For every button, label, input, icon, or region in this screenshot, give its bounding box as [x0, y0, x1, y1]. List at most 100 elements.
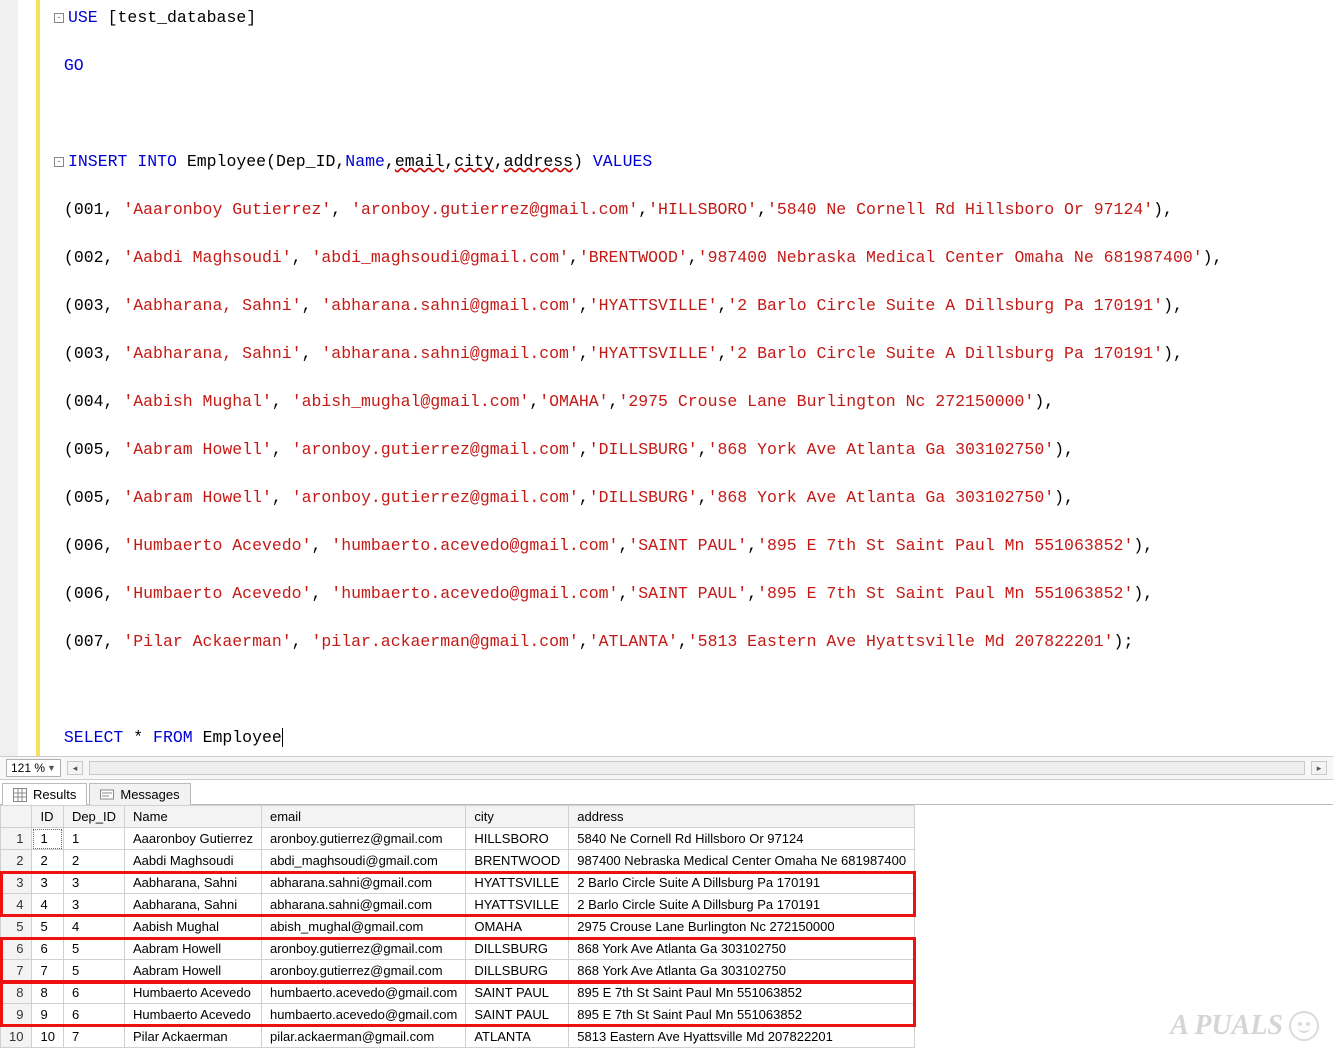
row-number[interactable]: 9 — [1, 1004, 32, 1026]
col-header-depid[interactable]: Dep_ID — [63, 806, 124, 828]
cell-depid[interactable]: 6 — [63, 982, 124, 1004]
row-number[interactable]: 3 — [1, 872, 32, 894]
cell-email[interactable]: abdi_maghsoudi@gmail.com — [261, 850, 465, 872]
table-row[interactable]: 111Aaaronboy Gutierrezaronboy.gutierrez@… — [1, 828, 915, 850]
zoom-combo[interactable]: 121 % ▼ — [6, 759, 61, 777]
cell-city[interactable]: SAINT PAUL — [466, 982, 569, 1004]
cell-id[interactable]: 10 — [32, 1026, 63, 1048]
cell-city[interactable]: DILLSBURG — [466, 960, 569, 982]
row-number[interactable]: 5 — [1, 916, 32, 938]
scroll-right-button[interactable]: ▸ — [1311, 761, 1327, 775]
fold-icon[interactable]: - — [54, 13, 64, 23]
row-number[interactable]: 2 — [1, 850, 32, 872]
cell-email[interactable]: abharana.sahni@gmail.com — [261, 894, 465, 916]
cell-depid[interactable]: 6 — [63, 1004, 124, 1026]
table-row[interactable]: 665Aabram Howellaronboy.gutierrez@gmail.… — [1, 938, 915, 960]
cell-address[interactable]: 2 Barlo Circle Suite A Dillsburg Pa 1701… — [569, 872, 915, 894]
cell-city[interactable]: HYATTSVILLE — [466, 872, 569, 894]
table-row[interactable]: 996Humbaerto Acevedohumbaerto.acevedo@gm… — [1, 1004, 915, 1026]
col-header-address[interactable]: address — [569, 806, 915, 828]
table-row[interactable]: 10107Pilar Ackaermanpilar.ackaerman@gmai… — [1, 1026, 915, 1048]
cell-address[interactable]: 5840 Ne Cornell Rd Hillsboro Or 97124 — [569, 828, 915, 850]
cell-address[interactable]: 895 E 7th St Saint Paul Mn 551063852 — [569, 1004, 915, 1026]
cell-depid[interactable]: 4 — [63, 916, 124, 938]
row-number[interactable]: 10 — [1, 1026, 32, 1048]
cell-city[interactable]: BRENTWOOD — [466, 850, 569, 872]
cell-address[interactable]: 895 E 7th St Saint Paul Mn 551063852 — [569, 982, 915, 1004]
cell-name[interactable]: Humbaerto Acevedo — [125, 982, 262, 1004]
cell-name[interactable]: Aabdi Maghsoudi — [125, 850, 262, 872]
cell-depid[interactable]: 1 — [63, 828, 124, 850]
cell-depid[interactable]: 3 — [63, 872, 124, 894]
cell-address[interactable]: 987400 Nebraska Medical Center Omaha Ne … — [569, 850, 915, 872]
cell-name[interactable]: Aabish Mughal — [125, 916, 262, 938]
cell-depid[interactable]: 3 — [63, 894, 124, 916]
cell-depid[interactable]: 2 — [63, 850, 124, 872]
grid-corner[interactable] — [1, 806, 32, 828]
results-grid[interactable]: ID Dep_ID Name email city address 111Aaa… — [0, 805, 915, 1048]
cell-address[interactable]: 868 York Ave Atlanta Ga 303102750 — [569, 960, 915, 982]
row-number[interactable]: 4 — [1, 894, 32, 916]
scroll-left-button[interactable]: ◂ — [67, 761, 83, 775]
cell-id[interactable]: 6 — [32, 938, 63, 960]
cell-name[interactable]: Aabram Howell — [125, 938, 262, 960]
zoom-value: 121 % — [11, 761, 45, 775]
cell-name[interactable]: Aabharana, Sahni — [125, 894, 262, 916]
cell-name[interactable]: Pilar Ackaerman — [125, 1026, 262, 1048]
cell-city[interactable]: HILLSBORO — [466, 828, 569, 850]
cell-name[interactable]: Aabram Howell — [125, 960, 262, 982]
results-grid-container[interactable]: ID Dep_ID Name email city address 111Aaa… — [0, 805, 1333, 1048]
cell-depid[interactable]: 5 — [63, 960, 124, 982]
table-row[interactable]: 886Humbaerto Acevedohumbaerto.acevedo@gm… — [1, 982, 915, 1004]
tab-results[interactable]: Results — [2, 783, 87, 805]
cell-id[interactable]: 2 — [32, 850, 63, 872]
cell-email[interactable]: aronboy.gutierrez@gmail.com — [261, 828, 465, 850]
row-number[interactable]: 6 — [1, 938, 32, 960]
fold-icon[interactable]: - — [54, 157, 64, 167]
cell-depid[interactable]: 5 — [63, 938, 124, 960]
col-header-id[interactable]: ID — [32, 806, 63, 828]
cell-email[interactable]: abish_mughal@gmail.com — [261, 916, 465, 938]
cell-address[interactable]: 2 Barlo Circle Suite A Dillsburg Pa 1701… — [569, 894, 915, 916]
cell-email[interactable]: aronboy.gutierrez@gmail.com — [261, 960, 465, 982]
row-number[interactable]: 1 — [1, 828, 32, 850]
cell-email[interactable]: humbaerto.acevedo@gmail.com — [261, 982, 465, 1004]
row-number[interactable]: 8 — [1, 982, 32, 1004]
cell-id[interactable]: 3 — [32, 872, 63, 894]
cell-address[interactable]: 5813 Eastern Ave Hyattsville Md 20782220… — [569, 1026, 915, 1048]
sql-editor[interactable]: -USE [test_database] GO -INSERT INTO Emp… — [0, 0, 1333, 756]
cell-id[interactable]: 1 — [32, 828, 63, 850]
cell-name[interactable]: Humbaerto Acevedo — [125, 1004, 262, 1026]
col-header-name[interactable]: Name — [125, 806, 262, 828]
cell-id[interactable]: 5 — [32, 916, 63, 938]
cell-name[interactable]: Aabharana, Sahni — [125, 872, 262, 894]
cell-email[interactable]: aronboy.gutierrez@gmail.com — [261, 938, 465, 960]
table-row[interactable]: 554Aabish Mughalabish_mughal@gmail.comOM… — [1, 916, 915, 938]
cell-email[interactable]: abharana.sahni@gmail.com — [261, 872, 465, 894]
cell-city[interactable]: DILLSBURG — [466, 938, 569, 960]
cell-email[interactable]: pilar.ackaerman@gmail.com — [261, 1026, 465, 1048]
row-number[interactable]: 7 — [1, 960, 32, 982]
table-row[interactable]: 443Aabharana, Sahniabharana.sahni@gmail.… — [1, 894, 915, 916]
cell-address[interactable]: 868 York Ave Atlanta Ga 303102750 — [569, 938, 915, 960]
table-row[interactable]: 333Aabharana, Sahniabharana.sahni@gmail.… — [1, 872, 915, 894]
cell-city[interactable]: ATLANTA — [466, 1026, 569, 1048]
cell-city[interactable]: SAINT PAUL — [466, 1004, 569, 1026]
cell-name[interactable]: Aaaronboy Gutierrez — [125, 828, 262, 850]
table-row[interactable]: 775Aabram Howellaronboy.gutierrez@gmail.… — [1, 960, 915, 982]
cell-id[interactable]: 9 — [32, 1004, 63, 1026]
tab-messages[interactable]: Messages — [89, 783, 190, 805]
cell-city[interactable]: HYATTSVILLE — [466, 894, 569, 916]
cell-id[interactable]: 8 — [32, 982, 63, 1004]
code-pane[interactable]: -USE [test_database] GO -INSERT INTO Emp… — [18, 0, 1333, 756]
cell-email[interactable]: humbaerto.acevedo@gmail.com — [261, 1004, 465, 1026]
col-header-email[interactable]: email — [261, 806, 465, 828]
horizontal-scrollbar[interactable] — [89, 761, 1305, 775]
cell-city[interactable]: OMAHA — [466, 916, 569, 938]
cell-id[interactable]: 4 — [32, 894, 63, 916]
cell-depid[interactable]: 7 — [63, 1026, 124, 1048]
table-row[interactable]: 222Aabdi Maghsoudiabdi_maghsoudi@gmail.c… — [1, 850, 915, 872]
col-header-city[interactable]: city — [466, 806, 569, 828]
cell-id[interactable]: 7 — [32, 960, 63, 982]
cell-address[interactable]: 2975 Crouse Lane Burlington Nc 272150000 — [569, 916, 915, 938]
